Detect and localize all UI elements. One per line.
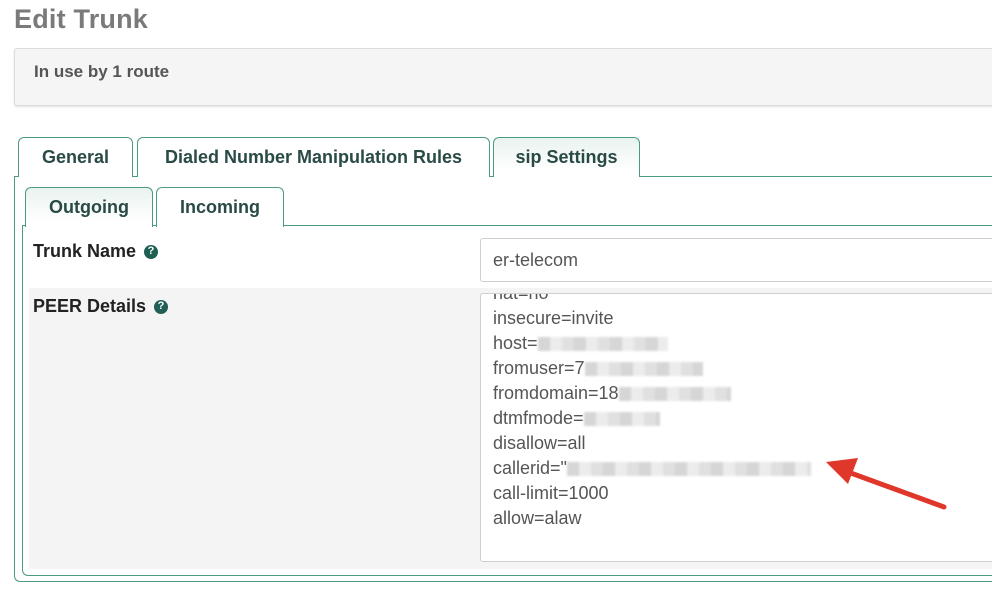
- peer-details-label-text: PEER Details: [33, 296, 147, 316]
- peer-line: call-limit=1000: [493, 483, 609, 503]
- route-usage-info: In use by 1 route: [14, 48, 992, 106]
- peer-line: callerid=": [493, 456, 811, 481]
- tab-sip-settings[interactable]: sip Settings: [493, 137, 640, 177]
- peer-line: fromuser=7: [493, 356, 811, 381]
- trunk-name-input[interactable]: [480, 238, 992, 282]
- redacted-value: [566, 461, 811, 476]
- peer-line: nat=no: [493, 293, 549, 303]
- help-icon[interactable]: ?: [144, 244, 159, 259]
- route-usage-text: In use by 1 route: [34, 62, 170, 81]
- peer-line: fromdomain=18: [493, 381, 811, 406]
- peer-line: disallow=all: [493, 433, 586, 453]
- peer-line: dtmfmode=: [493, 406, 811, 431]
- peer-details-label: PEER Details ?: [33, 296, 169, 317]
- peer-details-lines: nat=no insecure=invite host= fromuser=7 …: [493, 293, 811, 531]
- redacted-value: [584, 361, 703, 376]
- subtab-outgoing[interactable]: Outgoing: [25, 187, 153, 227]
- trunk-name-label-text: Trunk Name: [33, 241, 137, 261]
- redacted-value: [618, 386, 731, 401]
- subtab-incoming[interactable]: Incoming: [156, 187, 284, 227]
- redacted-value: [583, 411, 660, 426]
- tab-dialed-number-manipulation-rules[interactable]: Dialed Number Manipulation Rules: [137, 137, 490, 177]
- peer-line: insecure=invite: [493, 308, 614, 328]
- annotation-arrow-icon: [826, 458, 947, 510]
- trunk-name-label: Trunk Name ?: [33, 241, 159, 262]
- peer-line: allow=alaw: [493, 508, 582, 528]
- tab-general[interactable]: General: [18, 137, 133, 177]
- peer-details-textarea[interactable]: nat=no insecure=invite host= fromuser=7 …: [480, 293, 992, 562]
- redacted-value: [537, 336, 668, 351]
- help-icon[interactable]: ?: [154, 299, 169, 314]
- peer-line: host=: [493, 331, 811, 356]
- page-title: Edit Trunk: [14, 4, 149, 34]
